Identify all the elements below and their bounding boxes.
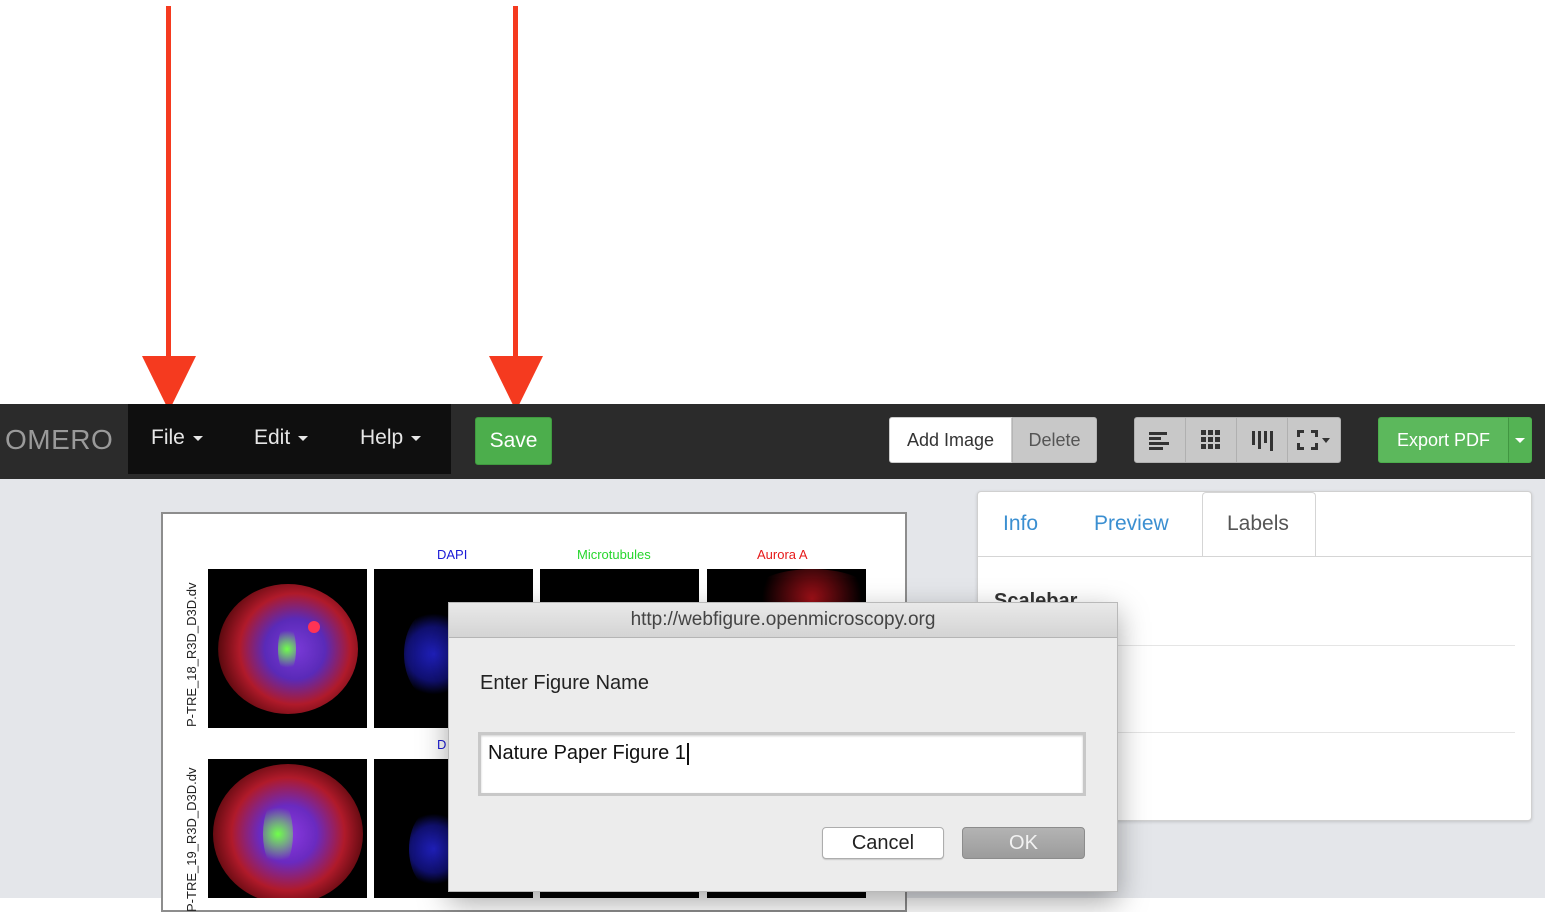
export-pdf-button[interactable]: Export PDF — [1378, 417, 1509, 463]
help-menu[interactable]: Help — [360, 426, 422, 450]
main-menu: File Edit Help — [128, 404, 451, 474]
figure-name-input[interactable]: Nature Paper Figure 1 — [478, 732, 1086, 796]
add-image-button[interactable]: Add Image — [889, 417, 1012, 463]
omero-brand-logo[interactable]: OMERO — [5, 424, 113, 456]
dialog-prompt: Enter Figure Name — [480, 672, 649, 694]
row-label-image-1: P-TRE_18_R3D_D3D.dv — [184, 582, 199, 727]
caret-down-icon — [1515, 437, 1525, 443]
distribute-icon[interactable] — [1237, 418, 1288, 462]
grid-icon[interactable] — [1186, 418, 1237, 462]
export-options-dropdown[interactable] — [1508, 417, 1532, 463]
edit-menu[interactable]: Edit — [254, 426, 309, 450]
image-panel-merged-1[interactable] — [208, 569, 367, 728]
save-button[interactable]: Save — [475, 417, 552, 465]
tab-info[interactable]: Info — [1003, 512, 1038, 536]
channel-label-aurora-a: Aurora A — [757, 547, 808, 562]
layout-toolbar — [1134, 417, 1341, 463]
delete-button[interactable]: Delete — [1012, 417, 1097, 463]
row-label-image-2: P-TRE_19_R3D_D3D.dv — [184, 767, 199, 912]
resize-icon[interactable] — [1288, 418, 1340, 462]
figure-name-dialog: http://webfigure.openmicroscopy.org Ente… — [448, 602, 1118, 892]
caret-down-icon — [298, 435, 309, 441]
ok-button[interactable]: OK — [962, 827, 1085, 859]
tabs-divider — [978, 556, 1531, 557]
tab-preview[interactable]: Preview — [1094, 512, 1169, 536]
tab-labels[interactable]: Labels — [1227, 512, 1289, 536]
align-left-icon[interactable] — [1135, 418, 1186, 462]
image-panel-merged-2[interactable] — [208, 759, 367, 898]
caret-down-icon — [411, 435, 422, 441]
channel-label-microtubules: Microtubules — [577, 547, 651, 562]
channel-label-dapi-row-2: D — [437, 737, 447, 752]
file-menu[interactable]: File — [151, 426, 203, 450]
figure-name-value: Nature Paper Figure 1 — [488, 742, 686, 764]
dialog-title: http://webfigure.openmicroscopy.org — [449, 603, 1117, 638]
cancel-button[interactable]: Cancel — [822, 827, 944, 859]
channel-label-dapi: DAPI — [437, 547, 468, 562]
caret-down-icon — [192, 435, 203, 441]
top-navbar: OMERO File Edit Help Save Add Image Dele… — [0, 404, 1545, 479]
text-cursor — [686, 742, 689, 765]
